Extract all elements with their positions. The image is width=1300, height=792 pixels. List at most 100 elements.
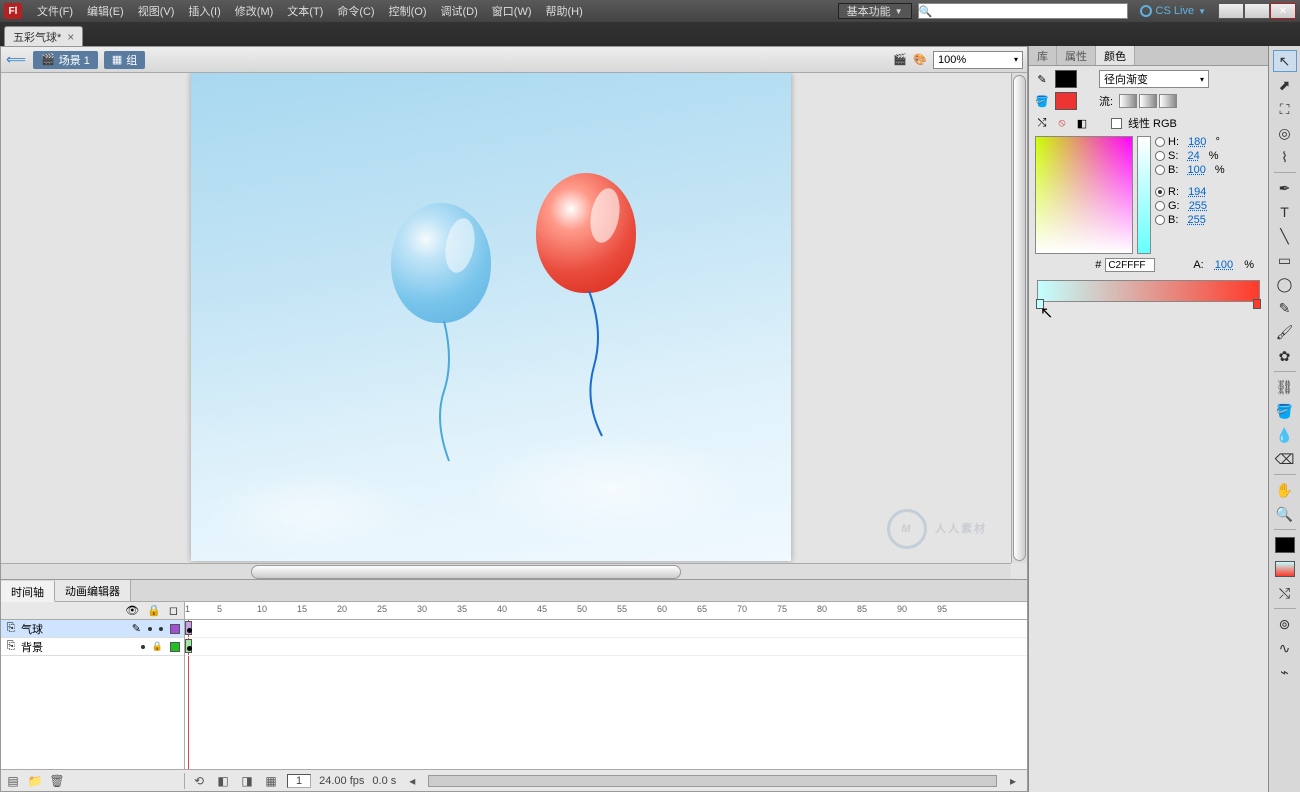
- search-box[interactable]: 🔍: [918, 3, 1128, 19]
- swap-colors-icon[interactable]: ⤭: [1035, 116, 1049, 130]
- outline-icon[interactable]: ◻: [169, 604, 178, 617]
- blue-balloon[interactable]: [391, 203, 491, 323]
- document-tab[interactable]: 五彩气球* ×: [4, 26, 83, 46]
- linear-rgb-checkbox[interactable]: [1111, 118, 1122, 129]
- menu-edit[interactable]: 编辑(E): [80, 1, 131, 21]
- stroke-color-tool[interactable]: [1273, 534, 1297, 556]
- stage-area[interactable]: M人人素材: [1, 73, 1027, 579]
- menu-debug[interactable]: 调试(D): [434, 1, 485, 21]
- close-button[interactable]: ✕: [1270, 3, 1296, 19]
- hue-slider[interactable]: [1137, 136, 1151, 254]
- line-tool[interactable]: ╲: [1273, 225, 1297, 247]
- stroke-color-icon[interactable]: ✎: [1035, 72, 1049, 86]
- eye-icon[interactable]: 👁: [125, 604, 139, 617]
- pen-icon[interactable]: ✎: [132, 622, 141, 635]
- new-layer-icon[interactable]: ▤: [5, 773, 21, 789]
- zoom-combo[interactable]: 100% ▾: [933, 51, 1023, 69]
- flow-reflect-button[interactable]: [1139, 94, 1157, 108]
- lock-icon[interactable]: 🔒: [147, 604, 161, 617]
- menu-modify[interactable]: 修改(M): [228, 1, 281, 21]
- onion-skin-icon[interactable]: ◧: [215, 773, 231, 789]
- menu-commands[interactable]: 命令(C): [330, 1, 381, 21]
- layer-row[interactable]: ⎘ 气球 ✎: [1, 620, 184, 638]
- scene-crumb[interactable]: 🎬 场景 1: [33, 51, 98, 69]
- stage[interactable]: [191, 73, 791, 561]
- hex-input[interactable]: [1105, 258, 1155, 272]
- close-tab-icon[interactable]: ×: [67, 30, 74, 44]
- scroll-left-icon[interactable]: ◂: [404, 773, 420, 789]
- edit-multi-icon[interactable]: ▦: [263, 773, 279, 789]
- tab-library[interactable]: 库: [1029, 46, 1057, 65]
- text-tool[interactable]: T: [1273, 201, 1297, 223]
- radio-bb[interactable]: [1155, 215, 1165, 225]
- rectangle-tool[interactable]: ▭: [1273, 249, 1297, 271]
- free-transform-tool[interactable]: ⛶: [1273, 98, 1297, 120]
- vertical-scrollbar[interactable]: [1011, 73, 1027, 563]
- radio-g[interactable]: [1155, 201, 1165, 211]
- horizontal-scrollbar[interactable]: [1, 563, 1011, 579]
- zoom-tool[interactable]: 🔍: [1273, 503, 1297, 525]
- s-value[interactable]: 24: [1187, 150, 1199, 162]
- menu-control[interactable]: 控制(O): [382, 1, 434, 21]
- fill-color-tool[interactable]: [1273, 558, 1297, 580]
- lock-dot[interactable]: [159, 627, 163, 631]
- no-color-icon[interactable]: ⦸: [1055, 116, 1069, 130]
- edit-symbol-icon[interactable]: 🎨: [913, 53, 927, 67]
- alpha-value[interactable]: 100: [1215, 259, 1233, 271]
- back-arrow-icon[interactable]: ⟸: [5, 51, 27, 69]
- pen-tool[interactable]: ✒: [1273, 177, 1297, 199]
- frame-row[interactable]: [185, 638, 1027, 656]
- bone-tool[interactable]: ⛓: [1273, 376, 1297, 398]
- minimize-button[interactable]: ─: [1218, 3, 1244, 19]
- fill-color-icon[interactable]: 🪣: [1035, 94, 1049, 108]
- visibility-dot[interactable]: [148, 627, 152, 631]
- visibility-dot[interactable]: [141, 645, 145, 649]
- cs-live-button[interactable]: CS Live ▼: [1134, 5, 1212, 17]
- frame-ruler[interactable]: 15101520253035404550556065707580859095: [185, 602, 1027, 619]
- radio-s[interactable]: [1155, 151, 1165, 161]
- scroll-right-icon[interactable]: ▸: [1005, 773, 1021, 789]
- delete-layer-icon[interactable]: 🗑: [49, 773, 65, 789]
- flow-extend-button[interactable]: [1119, 94, 1137, 108]
- eyedropper-tool[interactable]: 💧: [1273, 424, 1297, 446]
- maximize-button[interactable]: ▭: [1244, 3, 1270, 19]
- selection-tool[interactable]: ↖: [1273, 50, 1297, 72]
- stroke-swatch[interactable]: [1055, 70, 1077, 88]
- tab-timeline[interactable]: 时间轴: [1, 581, 55, 602]
- default-colors-icon[interactable]: ◧: [1075, 116, 1089, 130]
- pencil-tool[interactable]: ✎: [1273, 297, 1297, 319]
- radio-h[interactable]: [1155, 137, 1165, 147]
- r-value[interactable]: 194: [1188, 186, 1206, 198]
- menu-insert[interactable]: 插入(I): [181, 1, 227, 21]
- bb-value[interactable]: 255: [1187, 214, 1205, 226]
- straighten-tool[interactable]: ⌁: [1273, 661, 1297, 683]
- new-folder-icon[interactable]: 📁: [27, 773, 43, 789]
- flow-repeat-button[interactable]: [1159, 94, 1177, 108]
- b-value[interactable]: 100: [1187, 164, 1205, 176]
- radio-b[interactable]: [1155, 165, 1165, 175]
- swap-colors-tool[interactable]: ⤭: [1273, 582, 1297, 604]
- hand-tool[interactable]: ✋: [1273, 479, 1297, 501]
- edit-scene-icon[interactable]: 🎬: [893, 53, 907, 67]
- h-value[interactable]: 180: [1188, 136, 1206, 148]
- tab-motion-editor[interactable]: 动画编辑器: [55, 580, 131, 601]
- scrollbar-thumb[interactable]: [1013, 75, 1026, 561]
- menu-view[interactable]: 视图(V): [131, 1, 182, 21]
- menu-file[interactable]: 文件(F): [30, 1, 80, 21]
- lasso-tool[interactable]: ⌇: [1273, 146, 1297, 168]
- subselection-tool[interactable]: ⬈: [1273, 74, 1297, 96]
- onion-outline-icon[interactable]: ◨: [239, 773, 255, 789]
- timeline-scrollbar[interactable]: [428, 775, 997, 787]
- center-frame-icon[interactable]: ⟲: [191, 773, 207, 789]
- paint-bucket-tool[interactable]: 🪣: [1273, 400, 1297, 422]
- snap-tool[interactable]: ⊚: [1273, 613, 1297, 635]
- 3d-rotation-tool[interactable]: ◎: [1273, 122, 1297, 144]
- search-input[interactable]: [933, 6, 1127, 17]
- workspace-switcher[interactable]: 基本功能 ▼: [838, 3, 912, 19]
- locked-icon[interactable]: 🔒: [152, 641, 163, 652]
- saturation-picker[interactable]: [1035, 136, 1133, 254]
- scrollbar-thumb[interactable]: [251, 565, 681, 579]
- fill-type-combo[interactable]: 径向渐变 ▾: [1099, 70, 1209, 88]
- layer-color-chip[interactable]: [170, 624, 180, 634]
- tab-properties[interactable]: 属性: [1057, 46, 1096, 65]
